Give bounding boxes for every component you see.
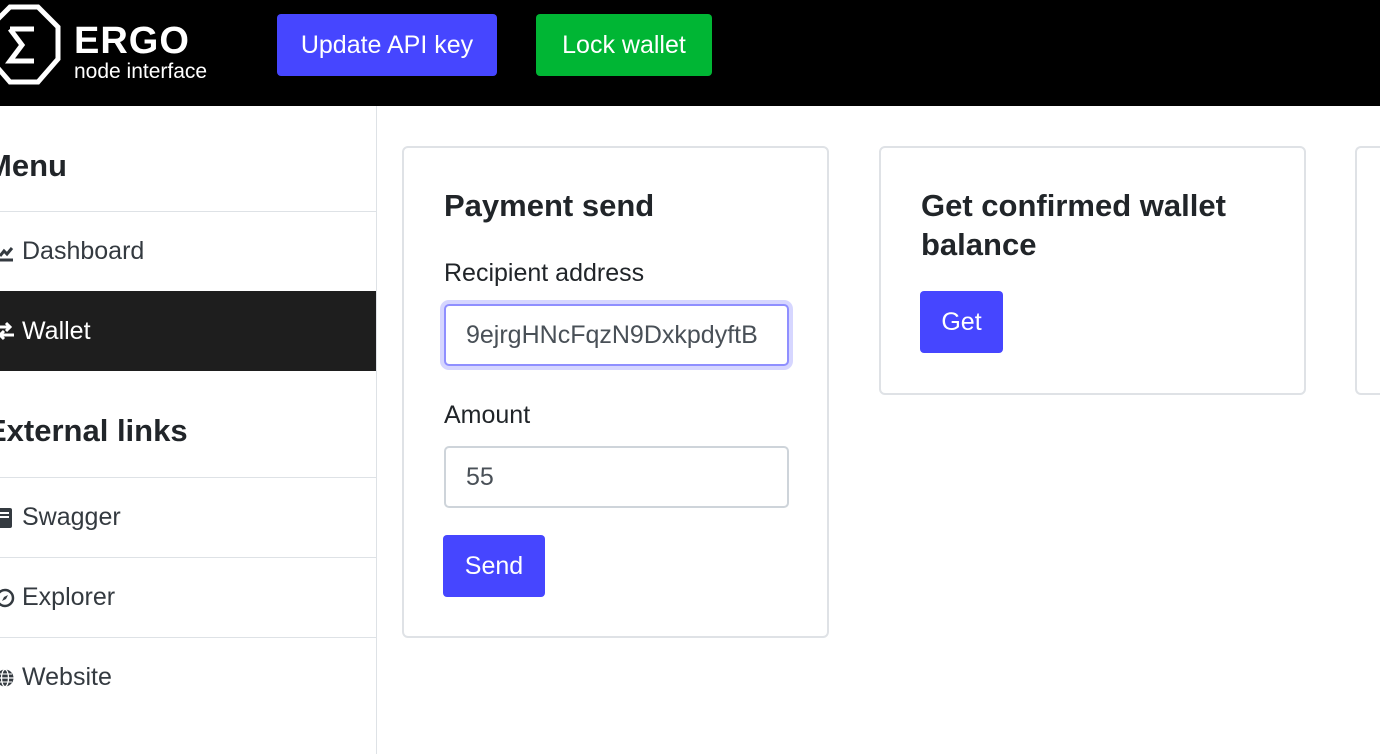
amount-label: Amount — [444, 401, 531, 429]
sidebar-item-label: Explorer — [22, 583, 116, 611]
globe-icon — [0, 667, 16, 689]
ergo-logo-icon — [0, 4, 61, 85]
recipient-address-input[interactable]: 9ejrgHNcFqzN9DxkpdyftB — [444, 304, 789, 366]
compass-icon — [0, 587, 16, 609]
card-title: Payment send — [444, 188, 655, 223]
sidebar-item-wallet[interactable]: Wallet — [0, 291, 376, 371]
confirmed-balance-card: Get confirmed wallet balance Get — [879, 146, 1306, 395]
lock-wallet-button[interactable]: Lock wallet — [536, 14, 712, 76]
exchange-icon — [0, 320, 16, 342]
update-api-key-button[interactable]: Update API key — [277, 14, 497, 76]
sidebar-item-swagger[interactable]: Swagger — [0, 477, 376, 557]
partial-card — [1355, 146, 1380, 395]
menu-heading: Menu — [0, 148, 67, 183]
sidebar-item-dashboard[interactable]: Dashboard — [0, 211, 376, 291]
sidebar-item-label: Wallet — [22, 316, 91, 345]
top-navbar: ERGO node interface Update API key Lock … — [0, 0, 1380, 106]
book-icon — [0, 507, 16, 529]
card-title: Get confirmed wallet balance — [921, 188, 1226, 262]
sidebar-item-label: Swagger — [22, 503, 121, 531]
external-links-heading: External links — [0, 413, 188, 448]
payment-send-card: Payment send Recipient address 9ejrgHNcF… — [402, 146, 829, 638]
send-button[interactable]: Send — [443, 535, 545, 597]
sidebar-item-label: Dashboard — [22, 237, 145, 265]
sidebar-item-website[interactable]: Website — [0, 637, 376, 717]
amount-input[interactable]: 55 — [444, 446, 789, 508]
sidebar: Menu Dashboard Wallet External links Swa… — [0, 106, 377, 754]
chart-line-icon — [0, 241, 16, 263]
brand-subtitle: node interface — [74, 60, 208, 83]
recipient-address-label: Recipient address — [444, 259, 645, 287]
get-balance-button[interactable]: Get — [920, 291, 1003, 353]
sidebar-item-label: Website — [22, 663, 112, 691]
brand-name: ERGO — [74, 20, 190, 62]
sidebar-item-explorer[interactable]: Explorer — [0, 557, 376, 637]
